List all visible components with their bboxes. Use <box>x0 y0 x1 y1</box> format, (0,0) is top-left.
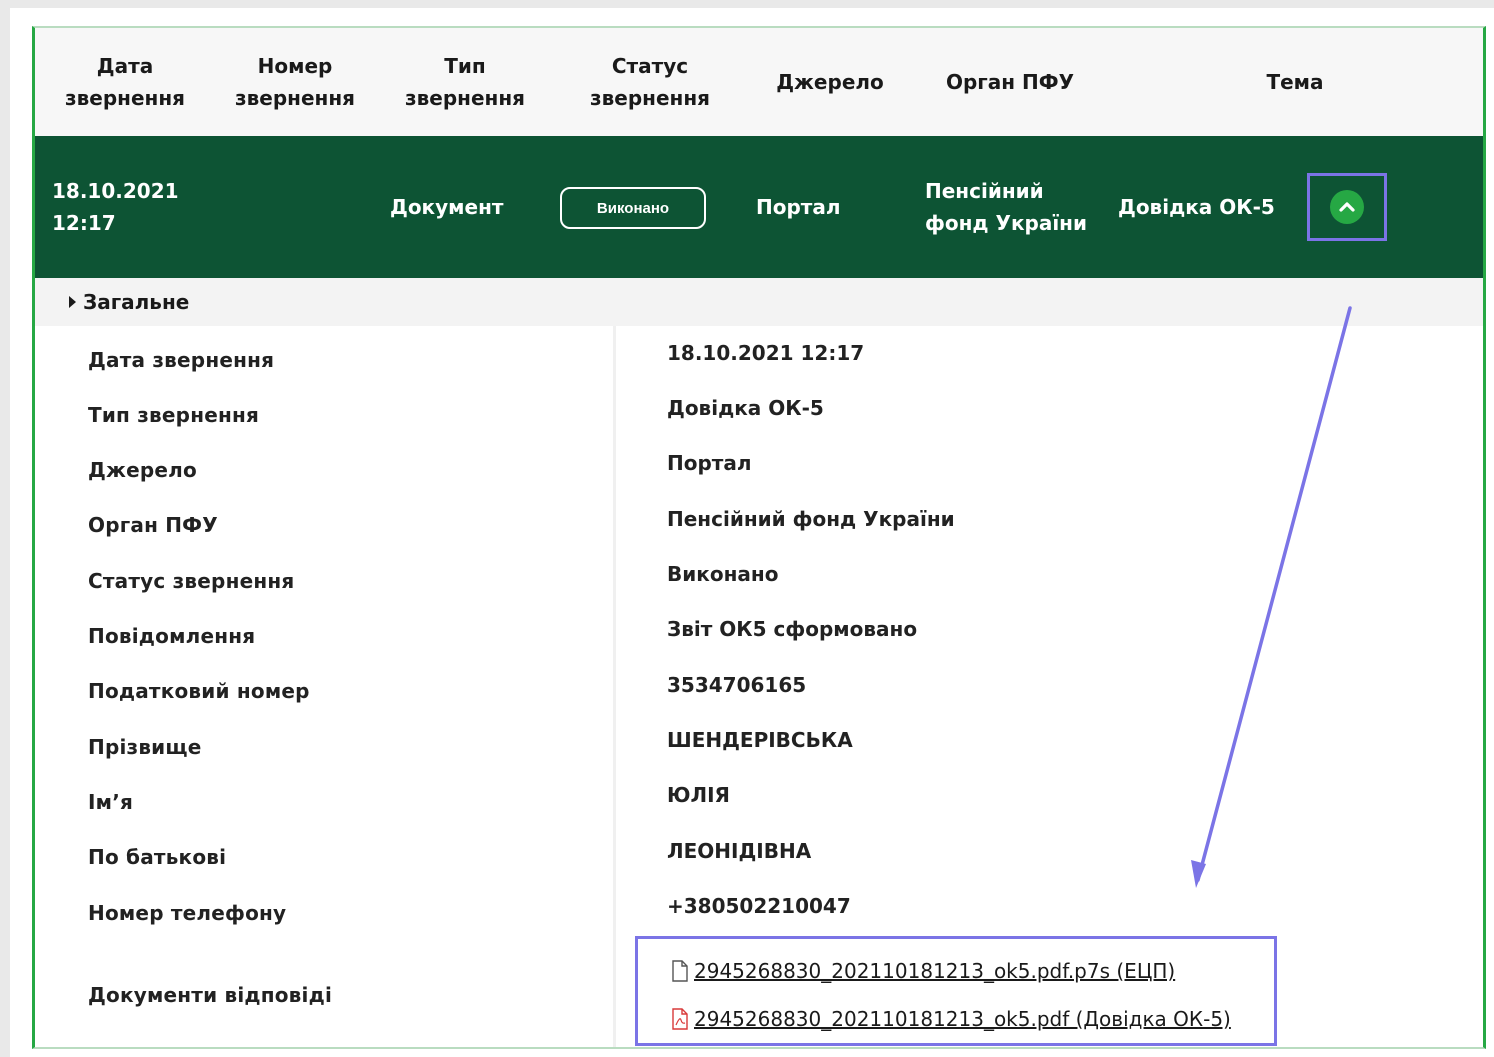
section-general-header[interactable]: Загальне <box>35 278 1483 326</box>
detail-label: Податковий номер <box>88 679 310 703</box>
row-source: Портал <box>756 195 841 219</box>
appeals-card: Дата звернення Номер звернення Тип зверн… <box>32 26 1486 1049</box>
documents-highlight-box: 2945268830_202110181213_ok5.pdf.p7s (ЕЦП… <box>635 936 1277 1046</box>
detail-value: 3534706165 <box>667 673 807 697</box>
table-row[interactable]: 18.10.2021 12:17 Документ Виконано Порта… <box>35 136 1483 278</box>
pdf-icon <box>672 1008 688 1030</box>
row-date: 18.10.2021 12:17 <box>52 179 179 235</box>
collapse-button[interactable] <box>1330 190 1364 224</box>
detail-label: Прізвище <box>88 735 202 759</box>
page-frame: Дата звернення Номер звернення Тип зверн… <box>10 8 1494 1057</box>
detail-value: ШЕНДЕРІВСЬКА <box>667 728 853 752</box>
detail-value: ЛЕОНІДІВНА <box>667 839 812 863</box>
status-badge: Виконано <box>560 187 706 229</box>
column-divider <box>613 326 616 1047</box>
header-number: Номер звернення <box>234 54 356 110</box>
row-type: Документ <box>390 195 504 219</box>
detail-label: Джерело <box>88 458 197 482</box>
header-status: Статус звернення <box>589 54 711 110</box>
table-header: Дата звернення Номер звернення Тип зверн… <box>35 28 1483 136</box>
document-name: 2945268830_202110181213_ok5.pdf (Довідка… <box>694 1007 1231 1031</box>
detail-value: Портал <box>667 451 752 475</box>
document-name: 2945268830_202110181213_ok5.pdf.p7s (ЕЦП… <box>694 959 1176 983</box>
caret-right-icon <box>69 296 76 308</box>
detail-label: Номер телефону <box>88 901 287 925</box>
detail-label: Орган ПФУ <box>88 513 218 537</box>
collapse-toggle-highlight <box>1307 173 1387 241</box>
detail-value: Виконано <box>667 562 779 586</box>
document-link-p7s[interactable]: 2945268830_202110181213_ok5.pdf.p7s (ЕЦП… <box>670 959 1175 983</box>
header-date: Дата звернення <box>64 54 186 110</box>
row-organ: Пенсійний фонд України <box>925 179 1088 235</box>
detail-value: Звіт ОК5 сформовано <box>667 617 918 641</box>
detail-value: Довідка ОК-5 <box>667 396 824 420</box>
header-topic: Тема <box>1266 70 1324 94</box>
detail-label: Ім’я <box>88 790 134 814</box>
document-link-pdf[interactable]: 2945268830_202110181213_ok5.pdf (Довідка… <box>670 1007 1231 1031</box>
chevron-up-icon <box>1339 202 1355 212</box>
detail-label: Дата звернення <box>88 348 275 372</box>
detail-value: +380502210047 <box>667 894 851 918</box>
header-type: Тип звернення <box>404 54 526 110</box>
detail-label: Повідомлення <box>88 624 256 648</box>
detail-value: ЮЛІЯ <box>667 783 730 807</box>
section-title: Загальне <box>83 290 190 314</box>
file-icon <box>672 960 688 982</box>
detail-label: По батькові <box>88 845 227 869</box>
row-topic: Довідка ОК-5 <box>1118 195 1275 219</box>
header-source: Джерело <box>776 70 884 94</box>
detail-value: Пенсійний фонд України <box>667 507 955 531</box>
header-organ: Орган ПФУ <box>945 70 1075 94</box>
detail-value: 18.10.2021 12:17 <box>667 341 865 365</box>
documents-label: Документи відповіді <box>88 983 333 1007</box>
detail-label: Статус звернення <box>88 569 295 593</box>
detail-label: Тип звернення <box>88 403 260 427</box>
